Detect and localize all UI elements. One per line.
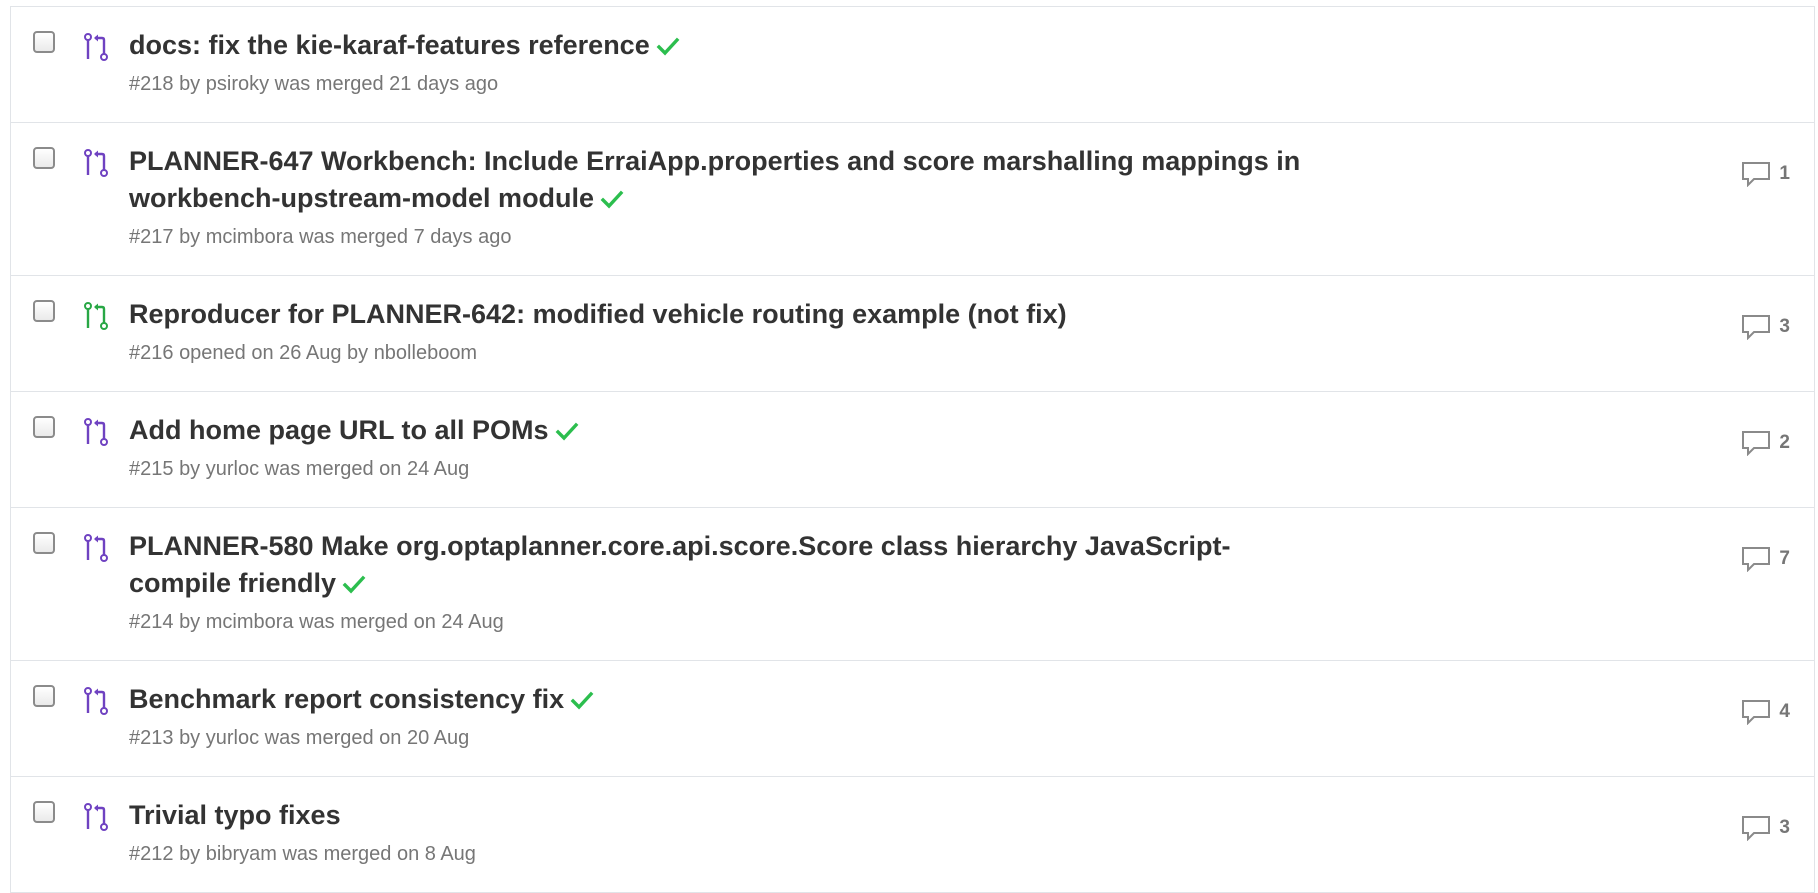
pull-request-title[interactable]: docs: fix the kie-karaf-features referen… (129, 30, 650, 60)
pull-request-title[interactable]: Trivial typo fixes (129, 800, 341, 830)
pull-request-title[interactable]: Benchmark report consistency fix (129, 684, 564, 714)
pull-request-meta: #213 by yurloc was merged on 20 Aug (129, 726, 1429, 750)
comments-link[interactable]: 3 (1741, 813, 1790, 843)
comment-icon (1742, 431, 1771, 456)
meta-text: by (179, 226, 201, 248)
comment-count[interactable]: 4 (1779, 701, 1790, 723)
git-pull-request-icon (83, 148, 109, 178)
pr-number[interactable]: #218 (129, 73, 174, 95)
pull-request-title[interactable]: Add home page URL to all POMs (129, 415, 549, 445)
meta-status: was merged 21 days ago (274, 73, 499, 95)
pull-request-title[interactable]: Reproducer for PLANNER-642: modified veh… (129, 299, 1067, 329)
meta-text: opened on 26 Aug by (179, 342, 369, 364)
pull-request-meta: #212 by bibryam was merged on 8 Aug (129, 842, 1429, 866)
pr-number[interactable]: #216 (129, 342, 174, 364)
git-pull-request-icon (83, 802, 109, 832)
author-link[interactable]: yurloc (206, 458, 259, 480)
meta-text: by (179, 843, 201, 865)
title-line[interactable]: workbench-upstream-model module (129, 183, 594, 213)
pull-request-title[interactable]: PLANNER-580 Make org.optaplanner.core.ap… (129, 531, 1230, 598)
meta-status: was merged on 8 Aug (282, 843, 476, 865)
comment-icon (1742, 700, 1771, 725)
author-link[interactable]: nbolleboom (374, 342, 477, 364)
author-link[interactable]: mcimbora (206, 226, 294, 248)
pull-request-row: docs: fix the kie-karaf-features referen… (11, 7, 1814, 123)
select-checkbox[interactable] (33, 31, 55, 53)
pull-request-main: Trivial typo fixes #212 by bibryam was m… (129, 797, 1429, 866)
select-checkbox[interactable] (33, 685, 55, 707)
comments-link[interactable]: 4 (1741, 697, 1790, 727)
git-pull-request-icon (83, 301, 109, 331)
pull-request-meta: #214 by mcimbora was merged on 24 Aug (129, 610, 1429, 634)
comments-link[interactable]: 7 (1741, 544, 1790, 574)
comment-icon (1742, 547, 1771, 572)
title-line[interactable]: PLANNER-647 Workbench: Include ErraiApp.… (129, 146, 1300, 176)
git-pull-request-icon (83, 533, 109, 563)
pull-request-meta: #216 opened on 26 Aug by nbolleboom (129, 341, 1429, 365)
check-icon[interactable] (600, 187, 624, 211)
pull-request-meta: #215 by yurloc was merged on 24 Aug (129, 457, 1429, 481)
select-checkbox[interactable] (33, 532, 55, 554)
git-pull-request-icon (83, 32, 109, 62)
comment-icon (1742, 162, 1771, 187)
author-link[interactable]: yurloc (206, 727, 259, 749)
author-link[interactable]: bibryam (206, 843, 277, 865)
comment-count[interactable]: 2 (1779, 432, 1790, 454)
select-checkbox[interactable] (33, 801, 55, 823)
comment-count[interactable]: 1 (1779, 163, 1790, 185)
pull-request-row: PLANNER-580 Make org.optaplanner.core.ap… (11, 508, 1814, 661)
select-checkbox[interactable] (33, 416, 55, 438)
pull-request-main: Add home page URL to all POMs #215 by yu… (129, 412, 1429, 481)
meta-status: was merged on 24 Aug (299, 611, 504, 633)
author-link[interactable]: psiroky (206, 73, 269, 95)
select-checkbox[interactable] (33, 300, 55, 322)
pull-request-row: Benchmark report consistency fix #213 by… (11, 661, 1814, 777)
pull-request-main: PLANNER-647 Workbench: Include ErraiApp.… (129, 143, 1429, 249)
pr-number[interactable]: #213 (129, 727, 174, 749)
pull-request-title[interactable]: PLANNER-647 Workbench: Include ErraiApp.… (129, 146, 1300, 213)
check-icon[interactable] (656, 34, 680, 58)
meta-status: was merged on 24 Aug (264, 458, 470, 480)
pull-request-row: Add home page URL to all POMs #215 by yu… (11, 392, 1814, 508)
check-icon[interactable] (342, 572, 366, 596)
comment-icon (1742, 816, 1771, 841)
title-line[interactable]: PLANNER-580 Make org.optaplanner.core.ap… (129, 531, 1230, 561)
comment-count[interactable]: 3 (1779, 316, 1790, 338)
comments-link[interactable]: 1 (1741, 159, 1790, 189)
title-line[interactable]: compile friendly (129, 568, 336, 598)
pr-number[interactable]: #214 (129, 611, 174, 633)
git-pull-request-icon (83, 417, 109, 447)
pull-request-main: docs: fix the kie-karaf-features referen… (129, 27, 1429, 96)
pull-request-meta: #217 by mcimbora was merged 7 days ago (129, 225, 1429, 249)
pull-request-meta: #218 by psiroky was merged 21 days ago (129, 72, 1429, 96)
pull-request-list: docs: fix the kie-karaf-features referen… (10, 6, 1815, 893)
author-link[interactable]: mcimbora (206, 611, 294, 633)
meta-text: by (179, 611, 201, 633)
pull-request-row: Reproducer for PLANNER-642: modified veh… (11, 276, 1814, 392)
pr-number[interactable]: #212 (129, 843, 174, 865)
comments-link[interactable]: 3 (1741, 312, 1790, 342)
pr-number[interactable]: #215 (129, 458, 174, 480)
pull-request-main: Benchmark report consistency fix #213 by… (129, 681, 1429, 750)
pull-request-row: Trivial typo fixes #212 by bibryam was m… (11, 777, 1814, 893)
meta-text: by (179, 458, 201, 480)
comment-count[interactable]: 7 (1779, 548, 1790, 570)
meta-text: by (179, 727, 201, 749)
meta-status: was merged on 20 Aug (264, 727, 470, 749)
git-pull-request-icon (83, 686, 109, 716)
comment-count[interactable]: 3 (1779, 817, 1790, 839)
meta-text: by (179, 73, 201, 95)
pull-request-row: PLANNER-647 Workbench: Include ErraiApp.… (11, 123, 1814, 276)
meta-status: was merged 7 days ago (299, 226, 512, 248)
pr-number[interactable]: #217 (129, 226, 174, 248)
pull-request-main: PLANNER-580 Make org.optaplanner.core.ap… (129, 528, 1429, 634)
select-checkbox[interactable] (33, 147, 55, 169)
pull-request-main: Reproducer for PLANNER-642: modified veh… (129, 296, 1429, 365)
check-icon[interactable] (555, 419, 579, 443)
check-icon[interactable] (570, 688, 594, 712)
comment-icon (1742, 315, 1771, 340)
comments-link[interactable]: 2 (1741, 428, 1790, 458)
